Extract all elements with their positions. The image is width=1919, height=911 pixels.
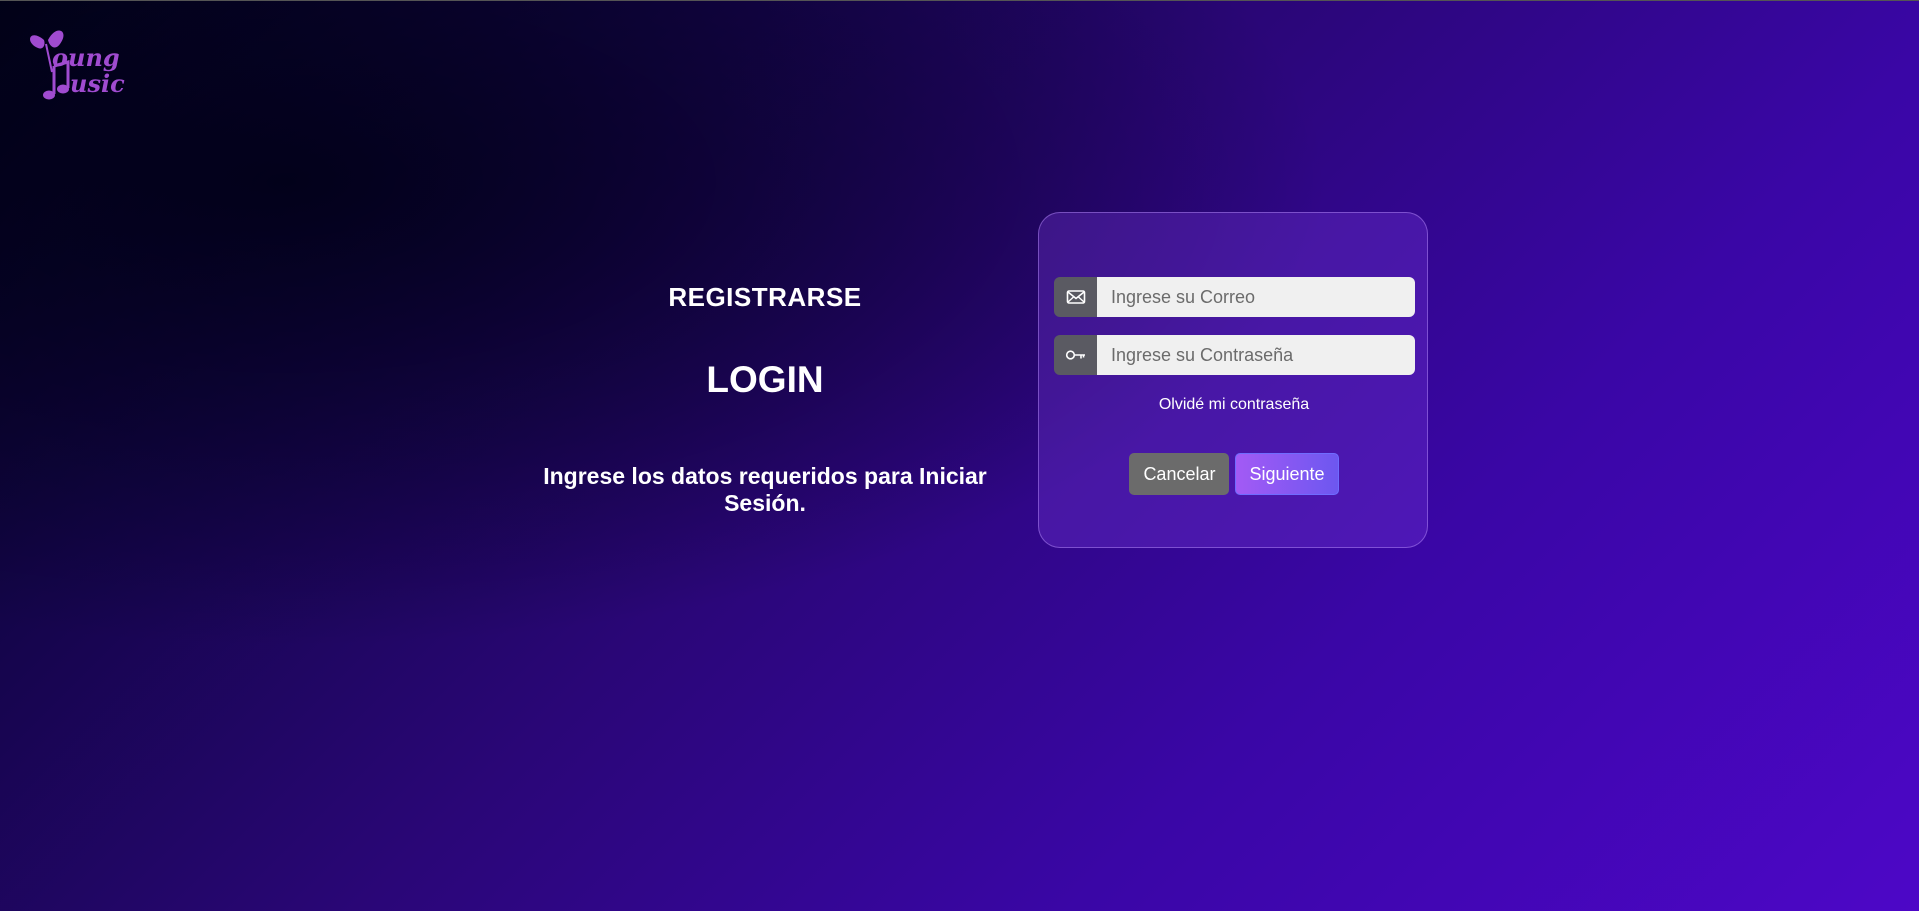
forgot-password-link[interactable]: Olvidé mi contraseña — [1039, 396, 1429, 414]
key-icon — [1054, 335, 1097, 375]
logo-text-line2: usic — [70, 69, 125, 98]
form-actions: Cancelar Siguiente — [1039, 453, 1429, 495]
email-input[interactable] — [1097, 277, 1415, 317]
cancel-button[interactable]: Cancelar — [1129, 453, 1230, 495]
password-field-group — [1054, 335, 1415, 375]
login-card: Olvidé mi contraseña Cancelar Siguiente — [1038, 212, 1428, 548]
login-intro: REGISTRARSE LOGIN Ingrese los datos requ… — [500, 270, 1030, 517]
envelope-icon — [1054, 277, 1097, 317]
next-button[interactable]: Siguiente — [1235, 453, 1339, 495]
logo-text-line1: oung — [52, 43, 120, 72]
page-title: LOGIN — [706, 359, 824, 400]
instructions-text: Ingrese los datos requeridos para Inicia… — [543, 463, 987, 516]
brand-logo[interactable]: oung usic — [26, 26, 136, 106]
email-field-group — [1054, 277, 1415, 317]
top-border — [0, 0, 1919, 1]
register-link[interactable]: REGISTRARSE — [500, 282, 1030, 313]
password-input[interactable] — [1097, 335, 1415, 375]
